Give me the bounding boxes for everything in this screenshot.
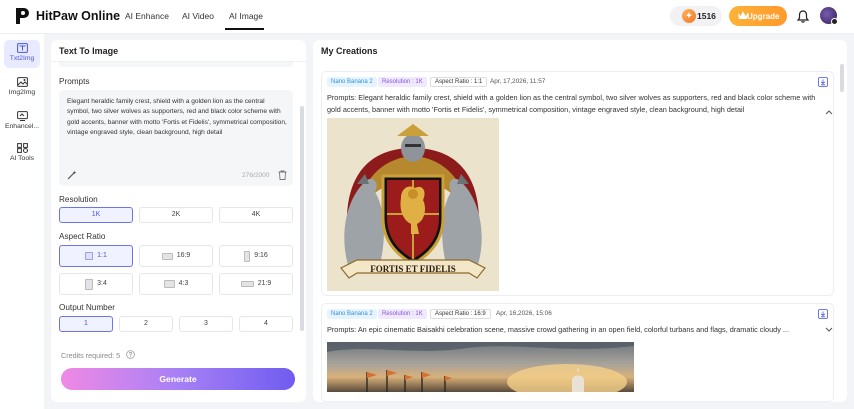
aspect-tag: Aspect Ratio : 16:9 xyxy=(430,309,491,319)
output-number-label: Output Number xyxy=(59,303,115,312)
tools-icon xyxy=(16,143,28,153)
creation-prompt: Prompts: An epic cinematic Baisakhi cele… xyxy=(327,325,789,334)
resolution-label: Resolution xyxy=(59,195,98,204)
aspect-21-9[interactable]: 21:9 xyxy=(219,273,293,295)
download-icon[interactable] xyxy=(818,77,828,87)
creations-scrollbar[interactable] xyxy=(840,64,844,92)
creation-card[interactable]: Nano Banana 2 Resolution : 1K Aspect Rat… xyxy=(321,71,834,296)
output-1[interactable]: 1 xyxy=(59,316,113,332)
aspect-9-16[interactable]: 9:16 xyxy=(219,245,293,267)
creation-date: Apr, 16,2026, 15:06 xyxy=(496,310,552,317)
brand-name[interactable]: HitPaw Online xyxy=(36,9,120,23)
coin-icon: ✦ xyxy=(682,9,696,23)
aspect-tag: Aspect Ratio : 1:1 xyxy=(430,77,488,87)
resolution-2k[interactable]: 2K xyxy=(139,207,213,223)
credits-required: Credits required: 5 xyxy=(61,351,121,360)
nav-ai-video[interactable]: AI Video xyxy=(182,11,214,21)
prompts-label: Prompts xyxy=(59,77,90,86)
creation-date: Apr, 17,2026, 11:57 xyxy=(490,78,546,85)
model-tag: Nano Banana 2 xyxy=(327,77,377,87)
wide-ratio-icon xyxy=(240,281,254,287)
sidebar-item-enhance[interactable]: Enhancel... xyxy=(4,108,40,136)
portrait-ratio-icon xyxy=(85,278,94,290)
nav-active-indicator xyxy=(225,28,264,30)
download-icon[interactable] xyxy=(818,309,828,319)
aspect-4-3[interactable]: 4:3 xyxy=(139,273,213,295)
sidebar-item-label: Txt2Img xyxy=(9,55,35,62)
chevron-down-icon[interactable] xyxy=(825,327,833,333)
top-header: HitPaw Online AI Enhance AI Video AI Ima… xyxy=(0,0,854,34)
aspect-1-1[interactable]: 1:1 xyxy=(59,245,133,267)
panel-title: Text To Image xyxy=(59,46,119,56)
chevron-up-icon[interactable] xyxy=(825,109,833,115)
sidebar-item-ai-tools[interactable]: AI Tools xyxy=(4,140,40,168)
panel-scrollbar[interactable] xyxy=(300,106,304,331)
aspect-ratio-label: Aspect Ratio xyxy=(59,232,106,241)
magic-wand-icon[interactable] xyxy=(67,170,77,180)
enhance-icon xyxy=(16,111,28,121)
hitpaw-logo[interactable] xyxy=(14,7,30,25)
help-icon[interactable] xyxy=(126,350,135,359)
creation-prompt: Prompts: Elegant heraldic family crest, … xyxy=(327,93,816,114)
model-tag: Nano Banana 2 xyxy=(327,309,377,319)
sidebar-item-label: AI Tools xyxy=(9,155,35,162)
text-image-icon xyxy=(16,43,28,53)
nav-ai-image[interactable]: AI Image xyxy=(229,11,263,21)
crest-motto: FORTIS ET FIDELIS xyxy=(370,264,456,274)
avatar-badge xyxy=(831,18,838,25)
square-ratio-icon xyxy=(85,252,94,260)
image-image-icon xyxy=(16,77,28,87)
credits-count: 1516 xyxy=(697,11,716,21)
resolution-tag: Resolution : 1K xyxy=(378,309,427,319)
sidebar-item-label: Enhancel... xyxy=(4,123,39,130)
resolution-tag: Resolution : 1K xyxy=(378,77,427,87)
aspect-3-4[interactable]: 3:4 xyxy=(59,273,133,295)
panel-title: My Creations xyxy=(321,46,378,56)
my-creations-panel: My Creations Nano Banana 2 Resolution : … xyxy=(313,40,847,402)
creation-card[interactable]: Nano Banana 2 Resolution : 1K Aspect Rat… xyxy=(321,303,834,402)
output-2[interactable]: 2 xyxy=(119,316,173,332)
landscape-ratio-icon xyxy=(161,252,173,260)
collapsed-section xyxy=(59,62,293,67)
prompt-textarea[interactable]: Elegant heraldic family crest, shield wi… xyxy=(59,90,293,186)
resolution-1k[interactable]: 1K xyxy=(59,207,133,223)
baisakhi-scene-image xyxy=(327,342,634,392)
aspect-16-9[interactable]: 16:9 xyxy=(139,245,213,267)
crown-icon xyxy=(738,11,748,19)
trash-icon[interactable] xyxy=(278,170,287,180)
bell-icon[interactable] xyxy=(797,10,809,23)
creation-image[interactable] xyxy=(327,342,634,392)
nav-ai-enhance[interactable]: AI Enhance xyxy=(125,11,169,21)
heraldic-crest-image: FORTIS ET FIDELIS xyxy=(327,118,499,291)
output-4[interactable]: 4 xyxy=(239,316,293,332)
resolution-4k[interactable]: 4K xyxy=(219,207,293,223)
output-3[interactable]: 3 xyxy=(179,316,233,332)
creation-image[interactable]: FORTIS ET FIDELIS xyxy=(327,118,499,291)
sidebar-item-label: Img2Img xyxy=(8,89,36,96)
sidebar-item-txt2img[interactable]: Txt2Img xyxy=(4,40,40,68)
landscape-ratio-icon xyxy=(163,280,175,288)
char-count: 276/2000 xyxy=(242,172,270,179)
sidebar: Txt2Img Img2Img Enhancel... AI Tools xyxy=(0,34,44,409)
sidebar-item-img2img[interactable]: Img2Img xyxy=(4,74,40,102)
prompt-text[interactable]: Elegant heraldic family crest, shield wi… xyxy=(67,97,289,139)
generate-button[interactable]: Generate xyxy=(61,368,295,390)
text-to-image-panel: Text To Image Prompts Elegant heraldic f… xyxy=(51,40,306,402)
portrait-ratio-icon xyxy=(244,250,251,262)
